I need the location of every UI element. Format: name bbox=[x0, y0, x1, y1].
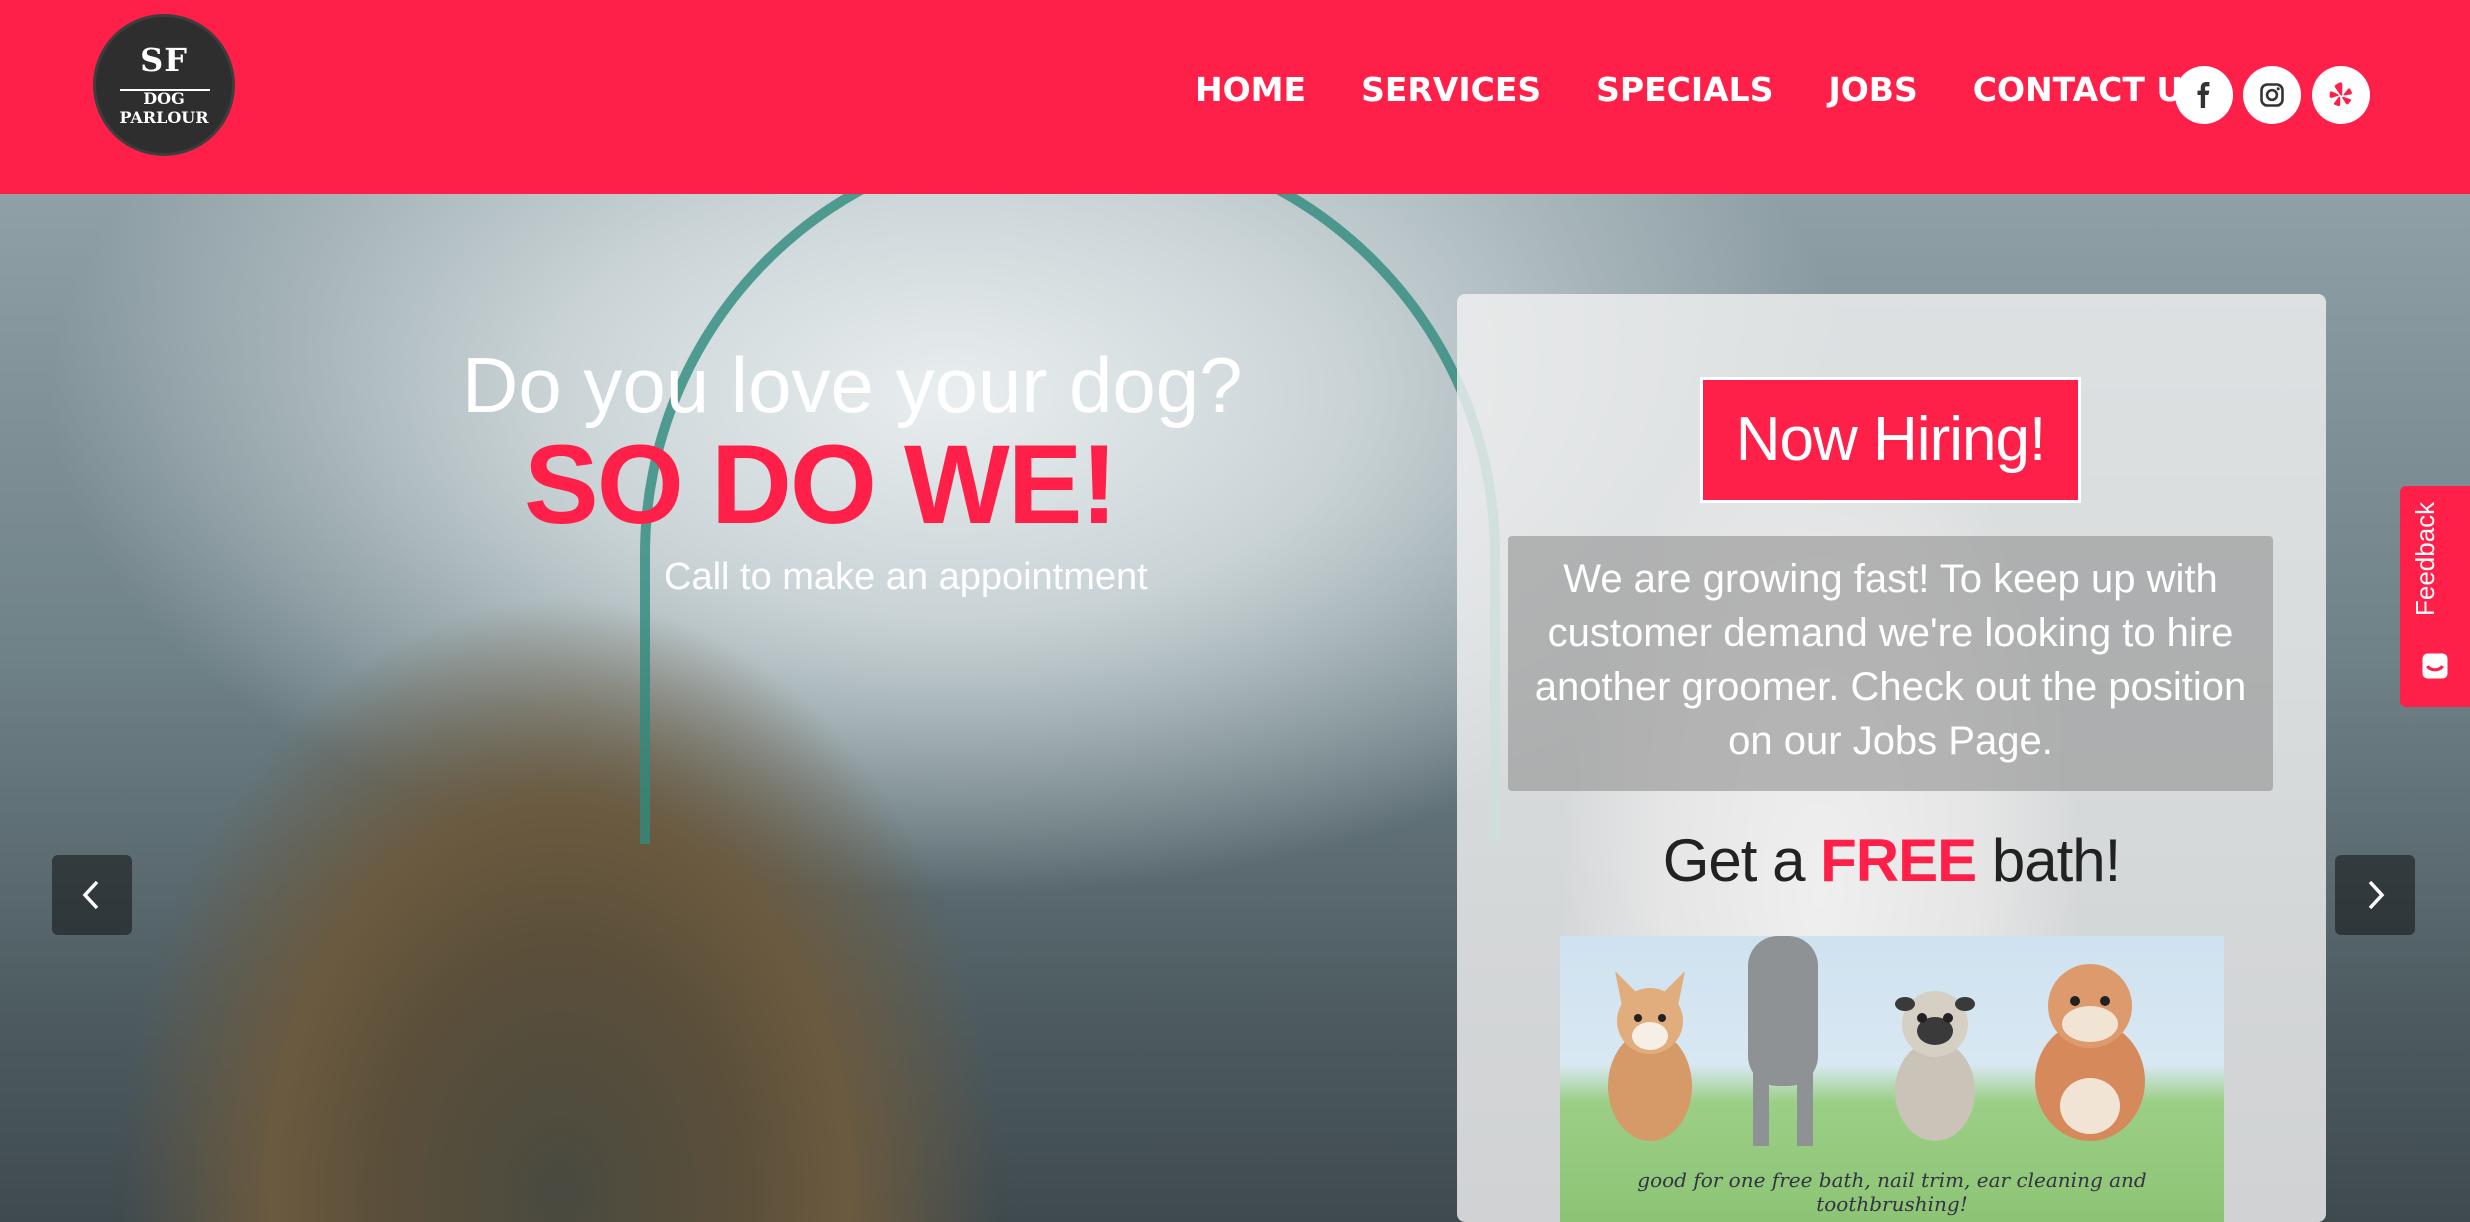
nav-services[interactable]: SERVICES bbox=[1361, 70, 1541, 109]
hero-emphasis: SO DO WE! bbox=[524, 422, 1118, 547]
nav-specials[interactable]: SPECIALS bbox=[1596, 70, 1773, 109]
instagram-icon bbox=[2260, 83, 2284, 107]
bulldog-icon bbox=[2035, 964, 2145, 1141]
coupon-dogs-illustration bbox=[1608, 936, 2145, 1146]
hero-headline: Do you love your dog? bbox=[462, 341, 1243, 429]
logo-text: DOG PARLOUR bbox=[119, 89, 209, 127]
nav-jobs[interactable]: JOBS bbox=[1828, 70, 1917, 109]
facebook-icon bbox=[2197, 82, 2210, 108]
facebook-link[interactable] bbox=[2175, 66, 2233, 124]
carousel-prev-button[interactable] bbox=[52, 855, 132, 935]
feedback-tab[interactable]: Feedback bbox=[2400, 486, 2470, 707]
logo-divider bbox=[120, 89, 210, 91]
free-bath-word: FREE bbox=[1820, 827, 1977, 894]
main-nav: HOME SERVICES SPECIALS JOBS CONTACT US bbox=[1195, 70, 2262, 109]
instagram-link[interactable] bbox=[2243, 66, 2301, 124]
chevron-right-icon bbox=[2368, 880, 2385, 910]
chevron-left-icon bbox=[82, 880, 99, 910]
logo-monogram: SF bbox=[140, 41, 188, 79]
feedback-icon bbox=[2422, 653, 2448, 679]
now-hiring-button[interactable]: Now Hiring! bbox=[1700, 377, 2081, 503]
carousel-next-button[interactable] bbox=[2335, 855, 2415, 935]
site-header: SF DOG PARLOUR HOME SERVICES SPECIALS JO… bbox=[0, 0, 2470, 194]
hero-subtext: Call to make an appointment bbox=[664, 556, 1148, 598]
free-bath-coupon-image[interactable]: good for one free bath, nail trim, ear c… bbox=[1560, 936, 2224, 1222]
nav-contact-us[interactable]: CONTACT US bbox=[1973, 70, 2207, 109]
coupon-caption: good for one free bath, nail trim, ear c… bbox=[1637, 1168, 2147, 1216]
free-bath-heading: Get a FREE bath! bbox=[1457, 826, 2326, 895]
greyhound-icon bbox=[1748, 936, 1818, 1146]
pug-icon bbox=[1895, 991, 1975, 1141]
nav-home[interactable]: HOME bbox=[1195, 70, 1306, 109]
logo[interactable]: SF DOG PARLOUR bbox=[93, 14, 235, 156]
yelp-icon bbox=[2329, 82, 2352, 107]
free-bath-suffix: bath! bbox=[1991, 827, 2121, 894]
corgi-icon bbox=[1608, 971, 1692, 1141]
feedback-label: Feedback bbox=[2410, 501, 2440, 616]
free-bath-prefix: Get a bbox=[1662, 827, 1806, 894]
hiring-message: We are growing fast! To keep up with cus… bbox=[1508, 536, 2273, 791]
yelp-link[interactable] bbox=[2312, 66, 2370, 124]
